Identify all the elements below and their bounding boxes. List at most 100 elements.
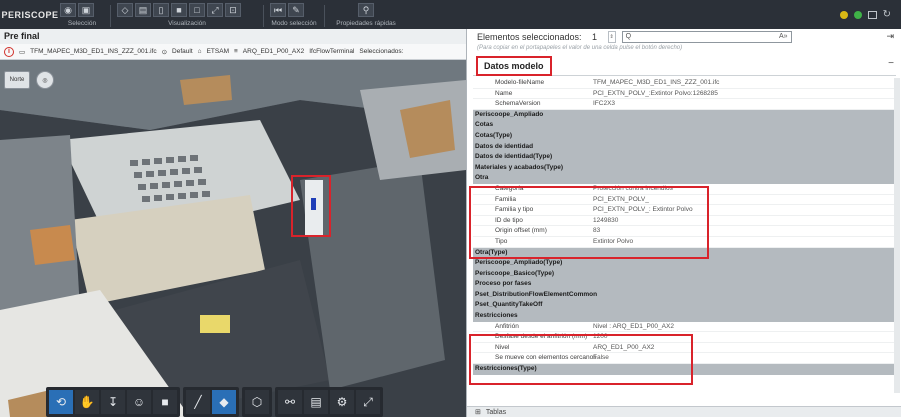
property-row[interactable]: Familia PCI_EXTN_POLV_ (473, 194, 894, 206)
property-category[interactable]: Cotas (473, 120, 894, 131)
selection-header: Elementos seleccionados: 1 ⇕ Q A» ⇥ (467, 29, 901, 44)
property-category[interactable]: Otra (473, 173, 894, 184)
property-category[interactable]: Pset_QuantityTakeOff (473, 300, 894, 312)
breadcrumb-file[interactable]: TFM_MAPEC_M3D_ED1_INS_ZZZ_001.ifc (30, 48, 156, 55)
page-icon[interactable]: ▯ (153, 3, 169, 17)
property-value[interactable]: PCI_EXTN_POLV_: Extintor Polvo (587, 205, 693, 215)
search-input[interactable]: Q A» (621, 30, 792, 43)
info-icon[interactable]: i (4, 46, 14, 57)
property-key: SchemaVersion (495, 100, 541, 108)
tree-icon[interactable]: ⚯ (278, 390, 302, 414)
property-row[interactable]: SchemaVersion IFC2X3 (473, 99, 894, 110)
cube-icon[interactable]: ▣ (78, 3, 94, 17)
cube-view-icon[interactable]: ⬡ (245, 390, 269, 414)
property-category[interactable]: Otra(Type) (473, 247, 894, 259)
layers-icon[interactable]: ▤ (135, 3, 151, 17)
orbit-icon[interactable]: ⟲ (49, 390, 73, 414)
property-category[interactable]: Cotas(Type) (473, 130, 894, 142)
expand-icon[interactable]: ⤢ (207, 3, 223, 17)
category-label: Restricciones(Type) (475, 365, 537, 373)
toolbar-group-label: Propiedades rápidas (336, 20, 396, 27)
property-category[interactable]: Periscoope_Basico(Type) (473, 268, 894, 280)
property-category[interactable]: Datos de identidad (473, 141, 894, 153)
property-value[interactable]: IFC2X3 (587, 99, 615, 109)
property-value[interactable]: 83 (587, 226, 600, 236)
property-key: Tipo (495, 237, 508, 245)
breadcrumb-level[interactable]: ARQ_ED1_P00_AX2 (243, 48, 304, 55)
selected-count: 1 (592, 31, 598, 42)
pan-icon[interactable]: ✋ (75, 390, 99, 414)
property-row[interactable]: Anfitrión Nivel : ARQ_ED1_P00_AX2 (473, 321, 894, 333)
app-window: PERISCOPE ◉ ▣ Selección ◇ ▤ ▯ ■ □ ⤢ ⊡ Vi… (0, 0, 901, 417)
window-icon[interactable] (867, 10, 877, 19)
category-label: Materiales y acabados(Type) (475, 163, 564, 171)
measure-icon[interactable]: ╱ (186, 390, 210, 414)
property-row[interactable]: Familia y tipo PCI_EXTN_POLV_: Extintor P… (473, 205, 894, 216)
rewind-icon[interactable]: ⏮ (270, 3, 286, 17)
north-button[interactable]: Norte (4, 71, 30, 89)
quick-properties-icon[interactable]: ⚲ (358, 3, 374, 17)
property-category[interactable]: Pset_DistributionFlowElementCommon (473, 289, 894, 301)
breadcrumb-site[interactable]: ETSAM (207, 48, 229, 55)
property-value[interactable]: Nivel : ARQ_ED1_P00_AX2 (587, 322, 674, 332)
square-icon[interactable]: ■ (171, 3, 187, 17)
property-value[interactable]: PCI_EXTN_POLV_ (587, 195, 649, 205)
section-header[interactable]: Datos modelo − (473, 56, 896, 76)
property-category[interactable]: Restricciones (473, 311, 894, 322)
collapse-icon[interactable]: − (888, 58, 894, 69)
walk-icon[interactable]: ↧ (101, 390, 125, 414)
property-value[interactable]: False (587, 353, 609, 363)
property-row[interactable]: Categoría Protección contra incendios (473, 183, 894, 195)
export-icon[interactable]: ⇥ (886, 31, 894, 42)
property-category[interactable]: Materiales y acabados(Type) (473, 162, 894, 174)
property-row[interactable]: Name PCI_EXTN_POLV_:Extintor Polvo:126828… (473, 88, 894, 100)
table-icon: ⊞ (475, 409, 481, 416)
settings-icon[interactable]: ⚙ (330, 390, 354, 414)
outline-icon[interactable]: □ (189, 3, 205, 17)
eye-icon[interactable]: ◉ (60, 3, 76, 17)
property-row[interactable]: Desfase desde el anfitrión (mm) 1200 (473, 332, 894, 343)
property-key: ID de tipo (495, 216, 523, 224)
properties-icon[interactable]: ▤ (304, 390, 328, 414)
count-stepper[interactable]: ⇕ (607, 30, 616, 43)
property-row[interactable]: ID de tipo 1249830 (473, 215, 894, 227)
property-value[interactable]: PCI_EXTN_POLV_:Extintor Polvo:1268285 (587, 89, 718, 99)
property-value[interactable]: Extintor Polvo (587, 237, 633, 247)
property-category[interactable]: Proceso por fases (473, 279, 894, 290)
fullscreen-icon[interactable]: ⤢ (356, 390, 380, 414)
person-icon[interactable]: ☺ (127, 390, 151, 414)
tab-tablas-label: Tablas (485, 408, 507, 416)
camera-icon[interactable]: ■ (153, 390, 177, 414)
tab-tablas[interactable]: ⊞ Tablas (467, 406, 901, 417)
property-category[interactable]: Restricciones(Type) (473, 364, 894, 375)
properties-scrollbar[interactable] (894, 78, 900, 393)
refresh-icon[interactable]: ↻ (883, 9, 891, 19)
property-value[interactable]: ARQ_ED1_P00_AX2 (587, 343, 654, 353)
breadcrumb-default[interactable]: Default (172, 48, 193, 55)
search-options-icon[interactable]: A» (779, 33, 788, 40)
property-value[interactable]: 1200 (587, 332, 607, 342)
property-row[interactable]: Origin offset (mm) 83 (473, 226, 894, 237)
fit-icon[interactable]: ⊡ (225, 3, 241, 17)
property-row[interactable]: Modelo-fileName TFM_MAPEC_M3D_ED1_INS_ZZZ… (473, 78, 894, 89)
3d-model-view[interactable] (0, 60, 466, 417)
property-value[interactable]: TFM_MAPEC_M3D_ED1_INS_ZZZ_001.ifc (587, 78, 719, 88)
property-value[interactable]: Protección contra incendios (587, 184, 673, 194)
pencil-icon[interactable]: ✎ (288, 3, 304, 17)
property-category[interactable]: Datos de identidad(Type) (473, 152, 894, 163)
breadcrumb-class[interactable]: IfcFlowTerminal (309, 48, 354, 55)
property-category[interactable]: Periscoope_Ampliado(Type) (473, 258, 894, 269)
property-row[interactable]: Tipo Extintor Polvo (473, 236, 894, 248)
toolbar-group-visualizacion: ◇ ▤ ▯ ■ □ ⤢ ⊡ Visualización (117, 0, 257, 29)
section-icon[interactable]: ◆ (212, 390, 236, 414)
property-value[interactable]: 1249830 (587, 216, 618, 226)
compass-icon[interactable]: ◎ (36, 71, 54, 89)
property-category[interactable]: Periscoope_Ampliado (473, 109, 894, 121)
category-label: Restricciones (475, 312, 518, 320)
box-icon[interactable]: ◇ (117, 3, 133, 17)
status-yellow-icon (839, 10, 848, 19)
window-controls: ↻ (839, 9, 901, 19)
property-row[interactable]: Nivel ARQ_ED1_P00_AX2 (473, 342, 894, 354)
property-row[interactable]: Se mueve con elementos cercanos False (473, 353, 894, 365)
viewer-panel: Pre final i ▭ TFM_MAPEC_M3D_ED1_INS_ZZZ_… (0, 29, 466, 417)
